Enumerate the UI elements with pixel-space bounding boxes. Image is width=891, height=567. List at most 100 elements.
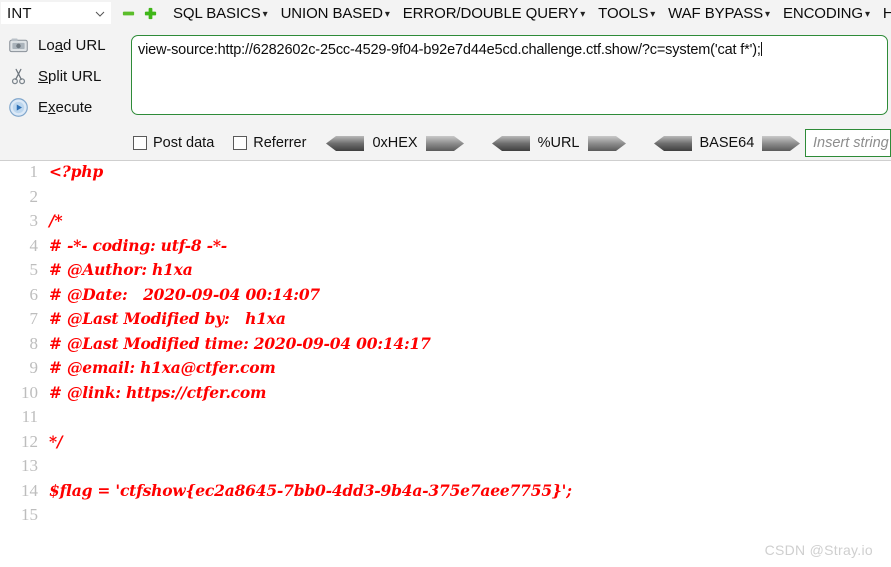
- plus-icon: [144, 7, 156, 19]
- menu-error-double-query[interactable]: ERROR/DOUBLE QUERY ▾: [403, 5, 585, 22]
- watermark: CSDN @Stray.io: [764, 542, 873, 558]
- action-column: Load URL Split URL Execute: [0, 30, 124, 123]
- hackbar-panel: INT SQL BASICS ▾ UNION BASED ▾ ERROR/DOU…: [0, 0, 891, 161]
- line-number: 2: [29, 186, 39, 206]
- line-content: # -*- coding: utf-8 -*-: [49, 235, 228, 255]
- line-number: 6: [29, 284, 39, 304]
- menu-error-double-query-label: ERROR/DOUBLE QUERY: [402, 4, 579, 22]
- line-content: # @email: h1xa@ctfer.com: [49, 358, 276, 377]
- line-number: 7: [29, 309, 39, 328]
- code-line: 11: [0, 407, 891, 432]
- base64-encode-arrow-right-icon[interactable]: [762, 135, 801, 151]
- line-content: $flag = 'ctfshow{ec2a8645-7bb0-4dd3-9b4a…: [49, 480, 572, 500]
- execute-button[interactable]: Execute: [0, 92, 124, 123]
- execute-play-icon: [5, 96, 31, 120]
- code-line: 7 # @Last Modified by: h1xa: [0, 309, 891, 334]
- url-input-value: view-source:http://6282602c-25cc-4529-9f…: [138, 42, 761, 58]
- post-data-checkbox[interactable]: [133, 136, 147, 150]
- load-url-icon: [5, 34, 31, 58]
- code-line: 2: [0, 187, 891, 212]
- payload-type-select[interactable]: INT: [0, 1, 112, 25]
- line-number: 9: [29, 358, 39, 377]
- line-number: 14: [21, 480, 38, 500]
- load-url-label: Load URL: [38, 37, 106, 54]
- line-content: # @Date: 2020-09-04 00:14:07: [49, 284, 320, 304]
- referrer-checkbox[interactable]: [233, 136, 248, 150]
- code-line: 9 # @email: h1xa@ctfer.com: [0, 358, 891, 383]
- menu-tools-label: TOOLS: [598, 4, 649, 22]
- line-number: 12: [21, 431, 38, 451]
- url-decode-arrow-left-icon[interactable]: [491, 135, 530, 151]
- line-number: 5: [29, 260, 39, 279]
- url-encode-arrow-right-icon[interactable]: [587, 135, 626, 151]
- post-data-checkbox-wrap[interactable]: Post data: [133, 135, 214, 151]
- line-content: # @Last Modified by: h1xa: [49, 309, 286, 328]
- menu-encoding-label: ENCODING: [782, 4, 863, 22]
- line-number: 3: [29, 211, 39, 230]
- url-encoder-label: %URL: [537, 135, 580, 151]
- code-line: 1 <?php: [0, 162, 891, 187]
- base64-encoder-group: BASE64: [653, 135, 801, 151]
- hackbar-page: INT SQL BASICS ▾ UNION BASED ▾ ERROR/DOU…: [0, 0, 891, 567]
- split-url-button[interactable]: Split URL: [0, 61, 124, 92]
- url-input[interactable]: view-source:http://6282602c-25cc-4529-9f…: [131, 35, 888, 115]
- menu-tools[interactable]: TOOLS ▾: [598, 5, 655, 22]
- scissors-icon: [5, 65, 31, 89]
- insert-string-placeholder: Insert string: [813, 135, 889, 151]
- line-content: # @Author: h1xa: [49, 260, 193, 279]
- menu-waf-bypass[interactable]: WAF BYPASS ▾: [668, 5, 770, 22]
- referrer-label: Referrer: [253, 135, 307, 151]
- minus-icon: [122, 11, 134, 15]
- hex-decode-arrow-left-icon[interactable]: [326, 135, 365, 151]
- insert-string-input[interactable]: Insert string: [805, 129, 891, 157]
- code-line: 4 # -*- coding: utf-8 -*-: [0, 236, 891, 261]
- referrer-checkbox-wrap[interactable]: Referrer: [233, 135, 306, 151]
- remove-tab-button[interactable]: [118, 2, 138, 24]
- caret-down-icon: ▾: [864, 8, 870, 20]
- line-number: 8: [29, 333, 39, 353]
- add-tab-button[interactable]: [140, 2, 160, 24]
- hex-encode-arrow-right-icon[interactable]: [425, 135, 464, 151]
- caret-down-icon: ▾: [580, 8, 586, 20]
- code-line: 3 /*: [0, 211, 891, 236]
- caret-down-icon: ▾: [384, 8, 390, 20]
- line-number: 15: [21, 505, 38, 524]
- line-content: # @link: https://ctfer.com: [49, 382, 267, 402]
- options-row: Post data Referrer 0xHEX %URL BASE64: [0, 128, 891, 158]
- source-code-view: 1 <?php 2 3 /* 4 # -*- coding: utf-8 -*-…: [0, 162, 891, 567]
- menu-http-truncated[interactable]: HT: [883, 5, 891, 22]
- menu-union-based[interactable]: UNION BASED ▾: [281, 5, 390, 22]
- menu-union-based-label: UNION BASED: [280, 4, 383, 22]
- code-line: 15: [0, 505, 891, 530]
- load-url-button[interactable]: Load URL: [0, 30, 124, 61]
- base64-decode-arrow-left-icon[interactable]: [653, 135, 692, 151]
- hex-encoder-label: 0xHEX: [372, 135, 418, 151]
- code-line: 5 # @Author: h1xa: [0, 260, 891, 285]
- line-number: 11: [21, 407, 38, 426]
- menu-http-truncated-label: HT: [882, 4, 891, 22]
- line-number: 10: [21, 382, 38, 402]
- text-cursor: [760, 42, 762, 56]
- url-input-value-wrap: view-source:http://6282602c-25cc-4529-9f…: [132, 36, 887, 60]
- menu-bar: INT SQL BASICS ▾ UNION BASED ▾ ERROR/DOU…: [0, 0, 891, 26]
- payload-type-value: INT: [7, 4, 32, 22]
- caret-down-icon: ▾: [650, 8, 656, 20]
- line-number: 13: [21, 456, 38, 475]
- base64-encoder-label: BASE64: [699, 135, 755, 151]
- code-line: 8 # @Last Modified time: 2020-09-04 00:1…: [0, 334, 891, 359]
- execute-label: Execute: [38, 99, 93, 116]
- line-content: <?php: [49, 162, 104, 181]
- line-content: # @Last Modified time: 2020-09-04 00:14:…: [49, 333, 431, 353]
- code-line: 12 */: [0, 432, 891, 457]
- split-url-label: Split URL: [38, 68, 102, 85]
- menu-waf-bypass-label: WAF BYPASS: [668, 4, 764, 22]
- caret-down-icon: ▾: [765, 8, 770, 20]
- line-number: 4: [29, 235, 39, 255]
- menu-encoding[interactable]: ENCODING ▾: [783, 5, 870, 22]
- menu-sql-basics[interactable]: SQL BASICS ▾: [173, 5, 268, 22]
- line-content: /*: [49, 211, 63, 230]
- code-line: 6 # @Date: 2020-09-04 00:14:07: [0, 285, 891, 310]
- post-data-label: Post data: [153, 135, 215, 151]
- menu-sql-basics-label: SQL BASICS: [173, 4, 261, 22]
- hex-encoder-group: 0xHEX: [326, 135, 464, 151]
